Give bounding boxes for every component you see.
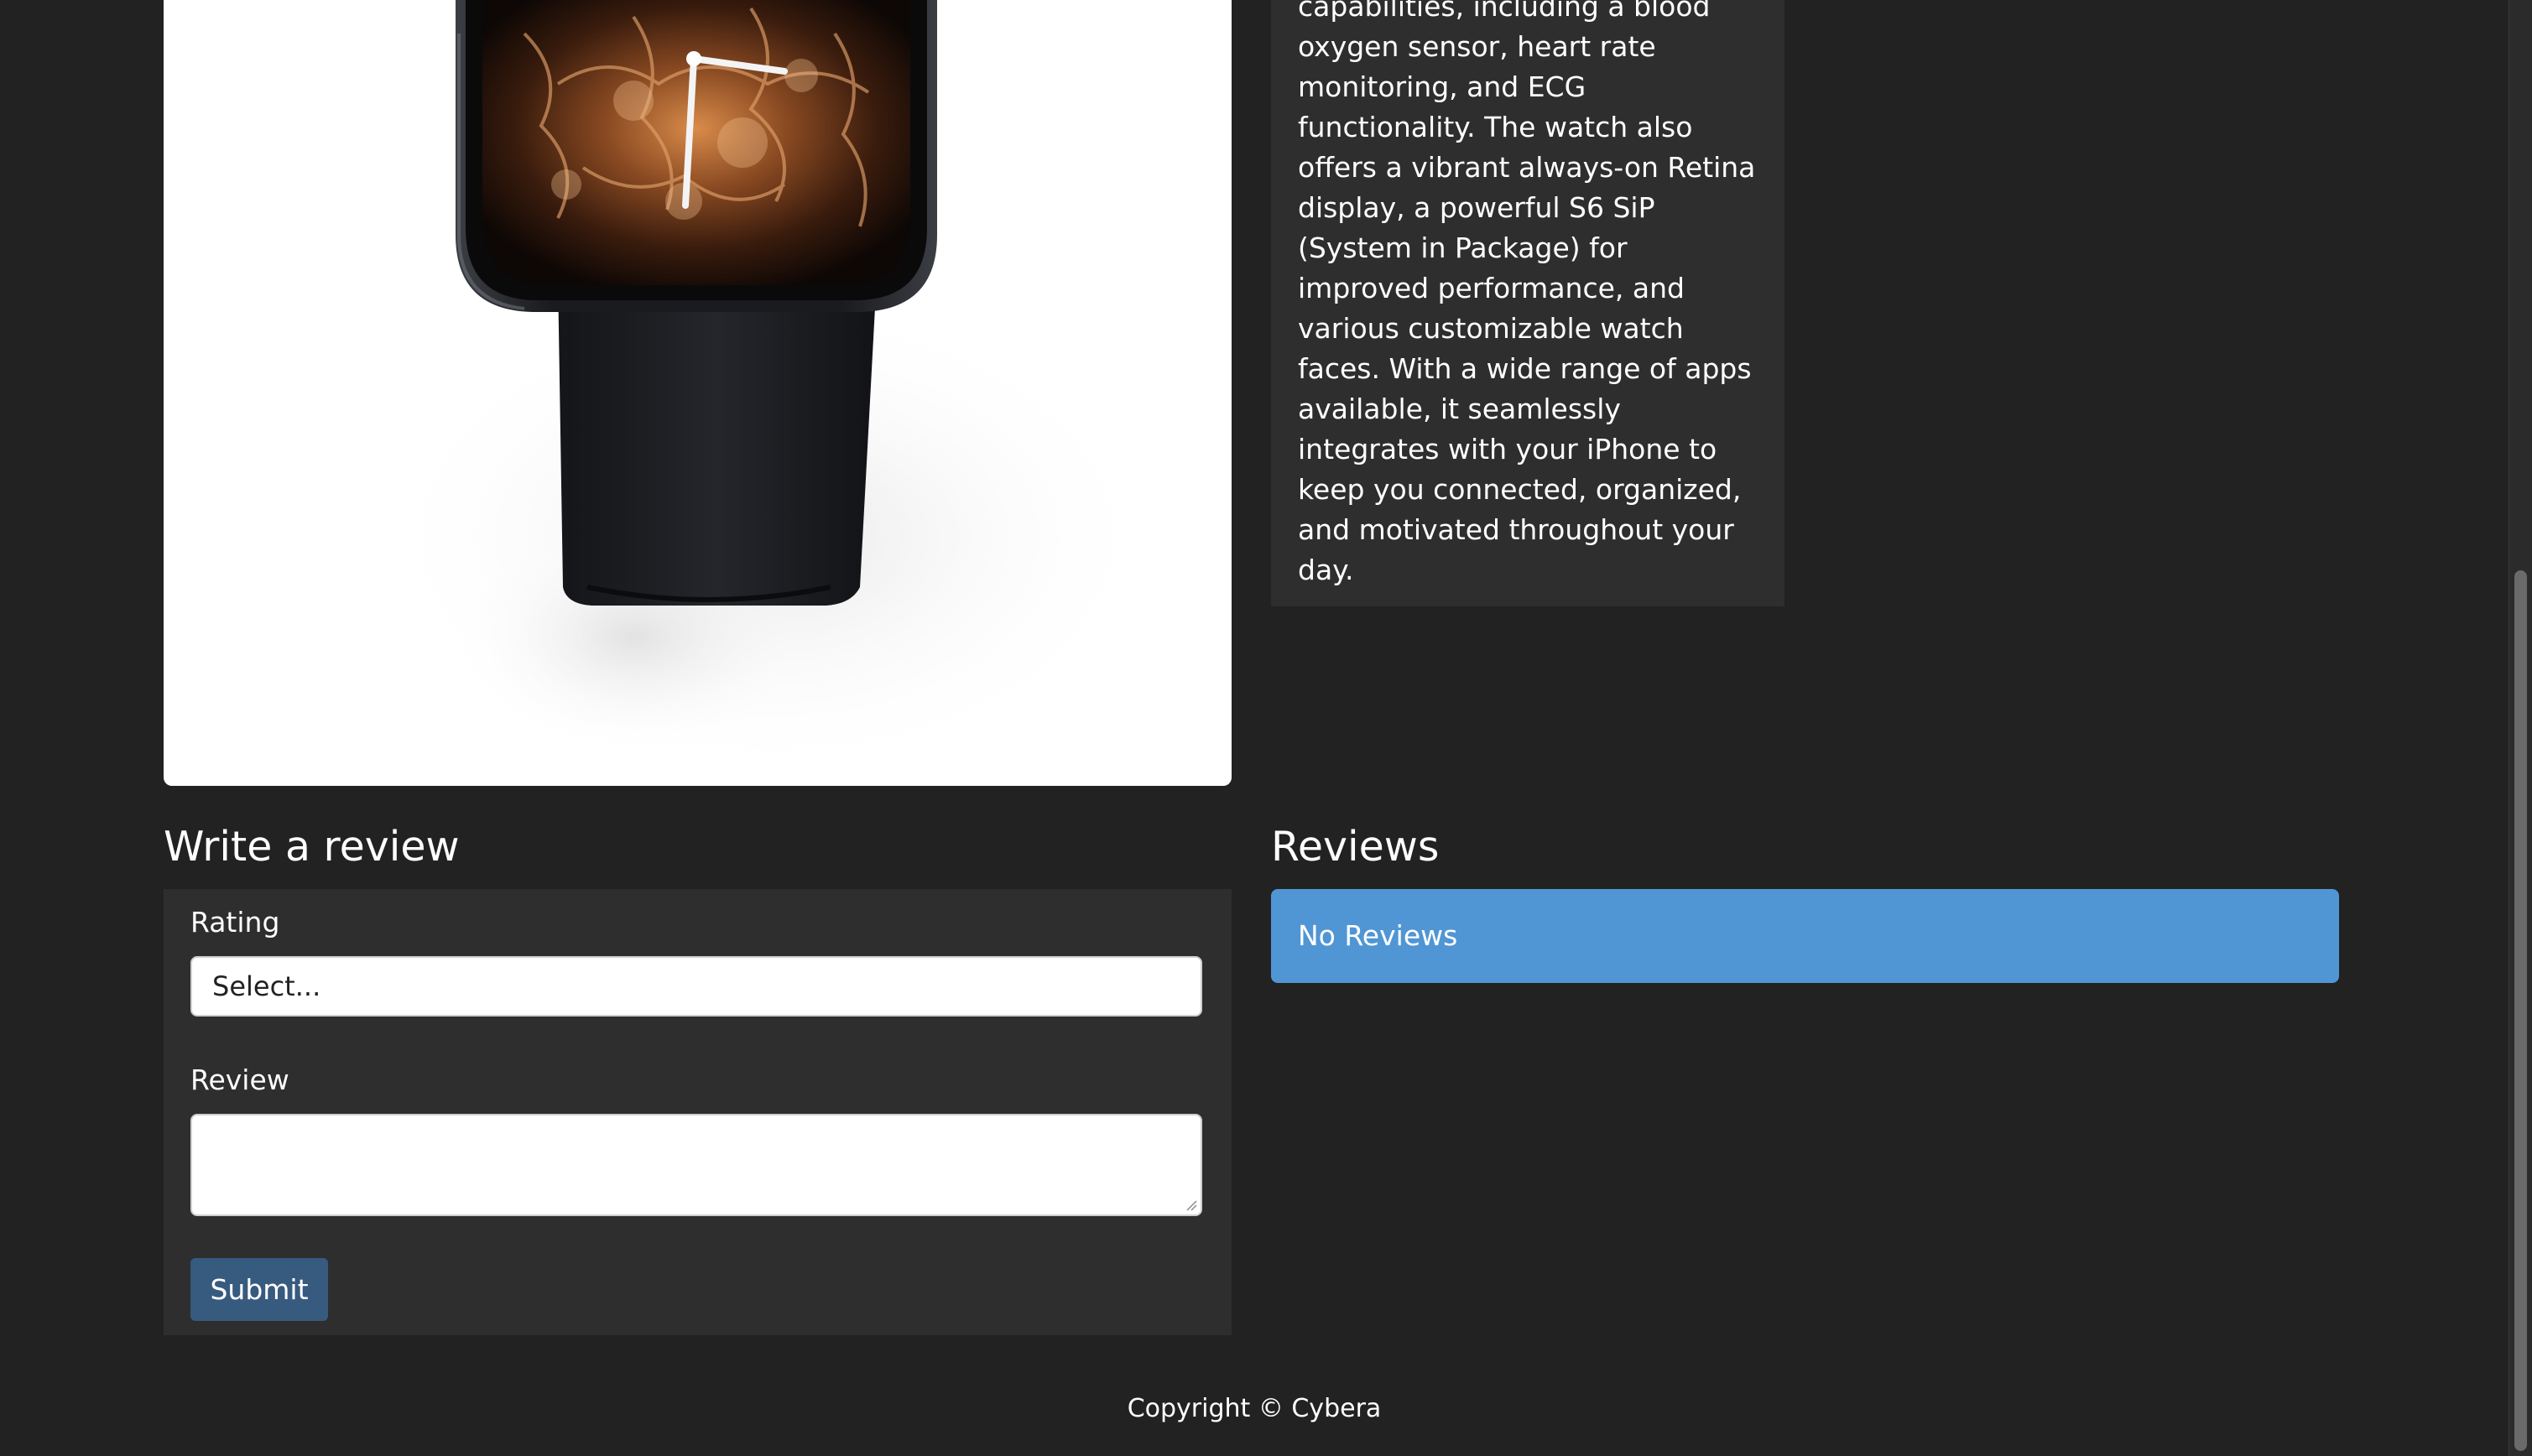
rating-label: Rating <box>190 906 280 939</box>
product-image <box>164 0 1232 786</box>
review-textarea[interactable] <box>190 1114 1202 1216</box>
smartwatch-image <box>373 0 1162 780</box>
submit-button[interactable]: Submit <box>190 1258 328 1321</box>
textarea-resize-icon[interactable] <box>1185 1199 1197 1211</box>
product-description-card: of health and fitness tracking capabilit… <box>1271 0 1784 606</box>
rating-select[interactable]: Select... <box>190 956 1202 1017</box>
write-review-heading: Write a review <box>164 823 460 871</box>
reviews-heading: Reviews <box>1271 823 1440 871</box>
no-reviews-alert: No Reviews <box>1271 889 2339 983</box>
review-label: Review <box>190 1063 289 1096</box>
product-page: of health and fitness tracking capabilit… <box>0 0 2509 1456</box>
review-form: Rating Select... Review Submit <box>164 889 1232 1335</box>
vertical-scrollbar[interactable] <box>2509 0 2532 1456</box>
product-description: of health and fitness tracking capabilit… <box>1298 0 1756 586</box>
footer-copyright: Copyright © Cybera <box>1127 1394 1382 1423</box>
scrollbar-thumb[interactable] <box>2514 570 2527 1451</box>
